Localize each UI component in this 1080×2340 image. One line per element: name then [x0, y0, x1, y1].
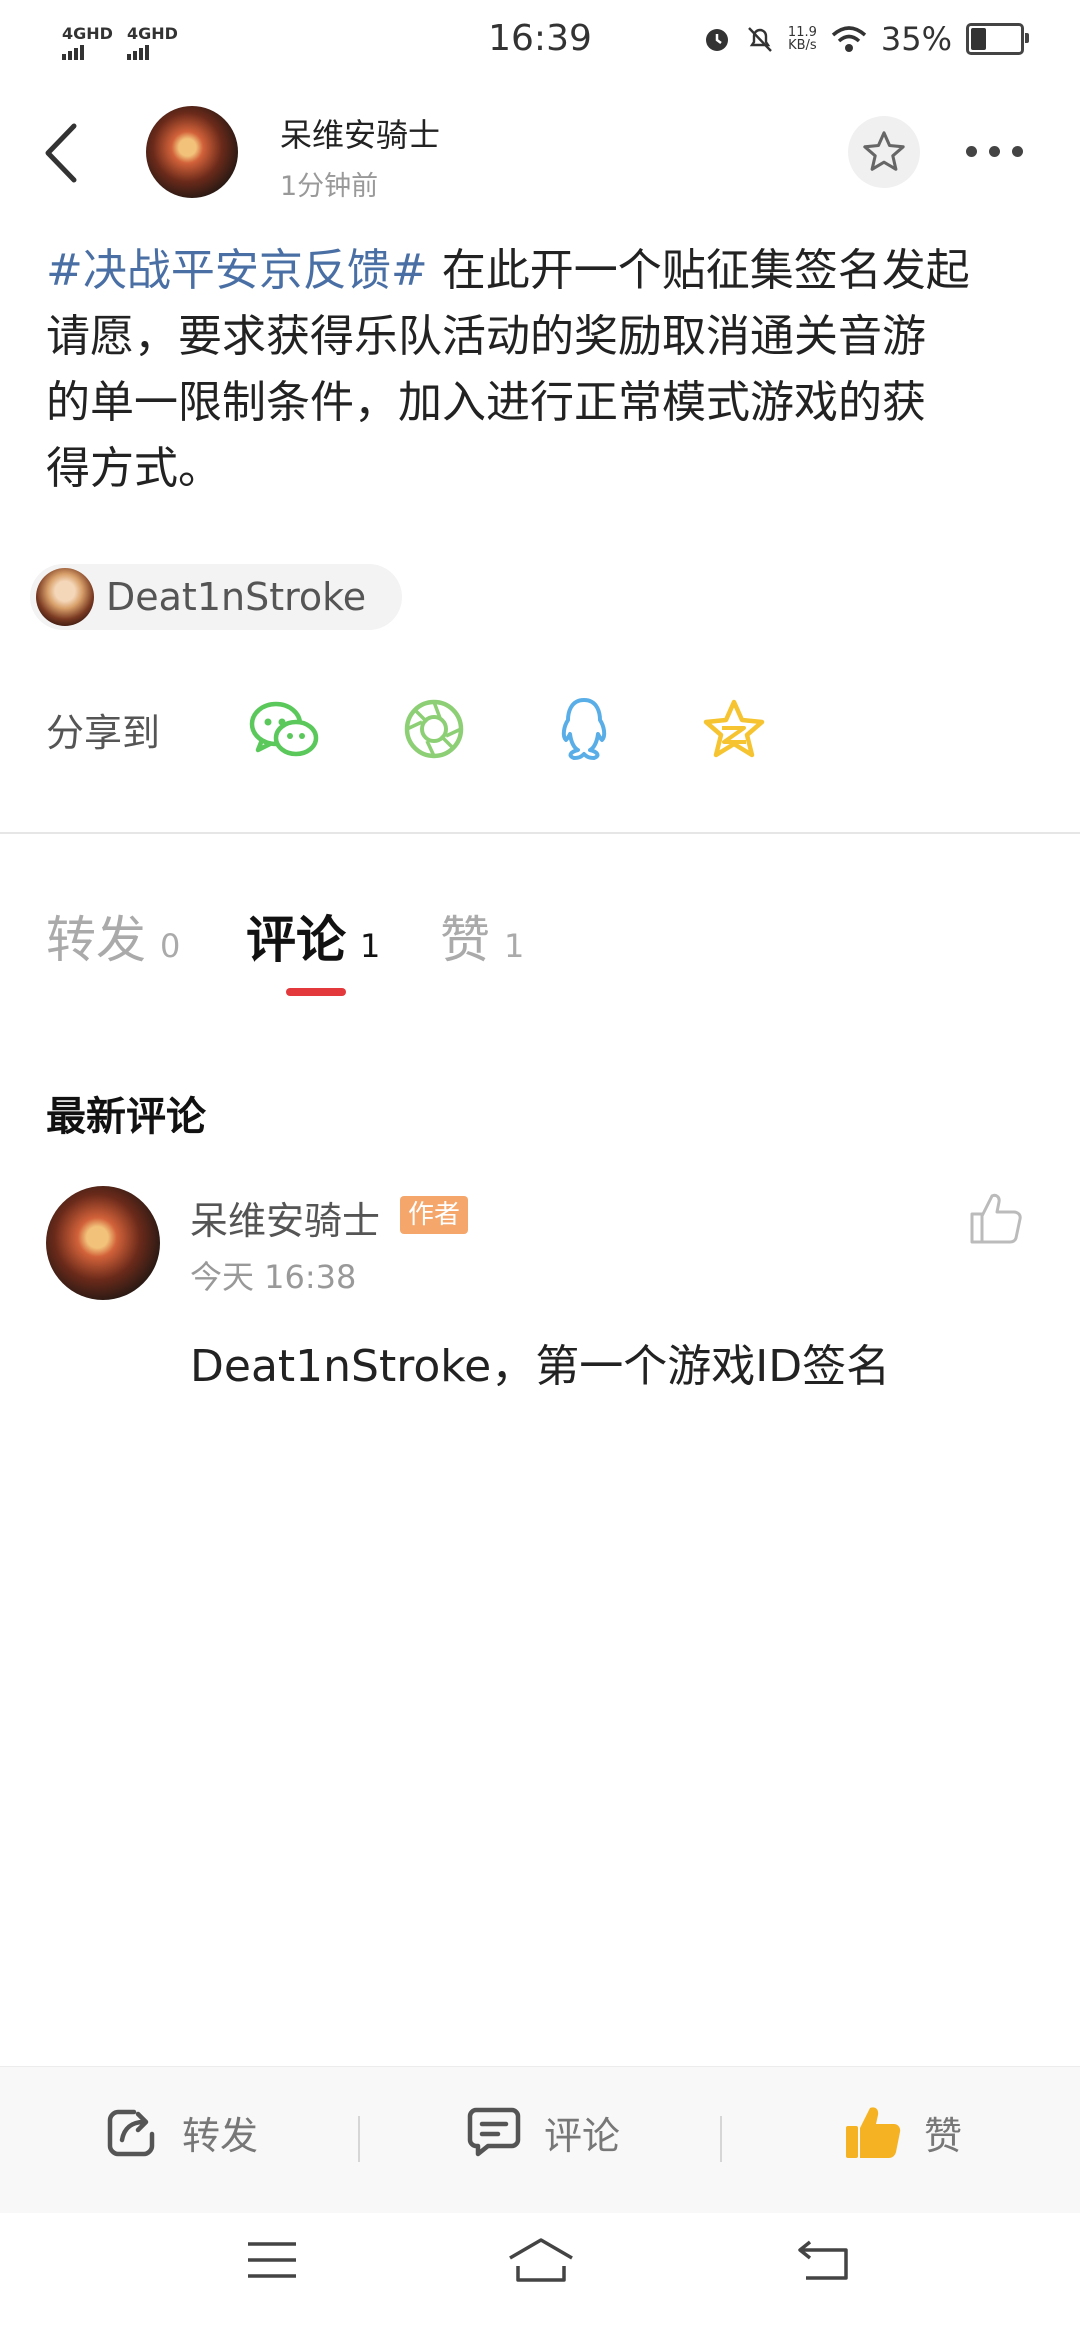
comment-text[interactable]: Deat1nStroke，第一个游戏ID签名 — [190, 1330, 890, 1394]
comment-like-icon[interactable] — [966, 1188, 1026, 1248]
thumbs-up-filled-icon — [846, 2107, 901, 2158]
battery-icon — [966, 23, 1029, 55]
post-line-1: #决战平安京反馈# 在此开一个贴征集签名发起 — [46, 245, 970, 296]
mention-chip[interactable]: Deat1nStroke — [30, 564, 403, 630]
post-time: 1分钟前 — [280, 171, 379, 202]
more-options-icon[interactable] — [966, 146, 1023, 157]
author-avatar[interactable] — [146, 106, 238, 198]
action-separator — [358, 2116, 360, 2162]
qzone-icon[interactable] — [694, 694, 774, 764]
menu-icon[interactable] — [246, 2240, 298, 2280]
comment-icon — [467, 2107, 521, 2157]
repost-icon — [107, 2109, 155, 2157]
star-outline-icon — [863, 131, 905, 171]
qq-icon[interactable] — [544, 694, 624, 764]
share-label: 分享到 — [46, 711, 161, 755]
hashtag-link[interactable]: #决战平安京反馈# — [46, 245, 428, 296]
alarm-icon — [705, 29, 728, 51]
home-icon[interactable] — [506, 2236, 576, 2284]
action-separator — [720, 2116, 722, 2162]
repost-button[interactable]: 转发 — [104, 2104, 258, 2160]
mention-name: Deat1nStroke — [106, 575, 367, 619]
tab-likes[interactable]: 赞 1 — [440, 900, 524, 972]
battery-percent: 35% — [880, 20, 952, 58]
post-line-3: 的单一限制条件，加入进行正常模式游戏的获 — [46, 377, 926, 428]
latest-comments-title: 最新评论 — [46, 1094, 206, 1140]
mention-avatar — [36, 568, 94, 626]
comment-time: 今天 16:38 — [190, 1258, 357, 1296]
mute-bell-icon — [748, 27, 772, 52]
tab-repost[interactable]: 转发 0 — [46, 900, 180, 972]
like-button[interactable]: 赞 — [844, 2104, 962, 2160]
status-right: 11.9 KB/s 35% — [702, 20, 1029, 58]
back-arrow-icon[interactable] — [38, 118, 88, 188]
back-nav-icon[interactable] — [796, 2236, 852, 2282]
comment-button[interactable]: 评论 — [466, 2104, 620, 2160]
comment-avatar[interactable] — [46, 1186, 160, 1300]
comment-author[interactable]: 呆维安骑士 — [190, 1190, 380, 1245]
section-divider — [0, 832, 1080, 834]
post-content: #决战平安京反馈# 在此开一个贴征集签名发起 请愿，要求获得乐队活动的奖励取消通… — [46, 238, 1046, 502]
author-badge: 作者 — [400, 1196, 469, 1234]
active-tab-indicator — [286, 988, 346, 996]
wifi-icon — [831, 26, 867, 52]
post-line-4: 得方式。 — [46, 443, 222, 494]
author-name[interactable]: 呆维安骑士 — [280, 110, 440, 156]
network-speed: 11.9 KB/s — [787, 25, 817, 53]
post-line-2: 请愿，要求获得乐队活动的奖励取消通关音游 — [46, 311, 926, 362]
wechat-icon[interactable] — [244, 694, 324, 764]
tab-comments[interactable]: 评论 1 — [246, 900, 380, 972]
favorite-button[interactable] — [848, 116, 920, 188]
moments-icon[interactable] — [394, 694, 474, 764]
